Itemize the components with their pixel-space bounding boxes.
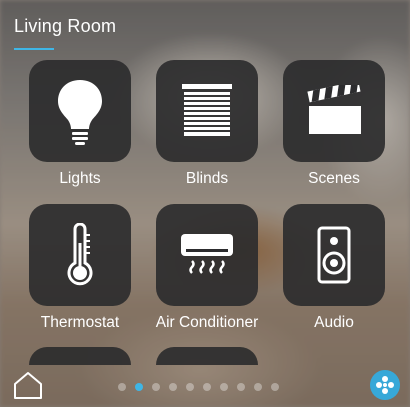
tile-label-audio: Audio — [314, 314, 354, 331]
page-indicator — [118, 383, 279, 391]
tile-thermostat[interactable] — [29, 204, 131, 306]
lightbulb-icon — [58, 80, 102, 145]
apps-menu-button[interactable] — [370, 370, 400, 400]
blinds-icon — [182, 84, 232, 136]
tile-blinds[interactable] — [156, 60, 258, 162]
page-dot[interactable] — [220, 383, 228, 391]
page-dot-active[interactable] — [135, 383, 143, 391]
tile-label-blinds: Blinds — [185, 170, 229, 187]
page-dot[interactable] — [254, 383, 262, 391]
tile-audio[interactable] — [283, 204, 385, 306]
clapperboard-icon — [307, 85, 361, 134]
header: Living Room — [14, 16, 117, 50]
tile-air-conditioner[interactable] — [156, 204, 258, 306]
page-dot[interactable] — [271, 383, 279, 391]
tile-label-lights: Lights — [59, 170, 101, 187]
page-dot[interactable] — [186, 383, 194, 391]
tile-label-thermostat: Thermostat — [40, 314, 120, 331]
air-conditioner-icon — [181, 234, 233, 274]
tile-label-air-conditioner: Air Conditioner — [155, 314, 259, 331]
thermometer-icon — [67, 223, 93, 286]
tile-scenes[interactable] — [283, 60, 385, 162]
tile-partial[interactable] — [156, 347, 258, 365]
page-dot[interactable] — [169, 383, 177, 391]
tile-partial[interactable] — [29, 347, 131, 365]
page-title: Living Room — [14, 16, 117, 36]
bottom-bar — [0, 364, 410, 407]
tile-label-scenes: Scenes — [308, 170, 360, 187]
home-icon[interactable] — [12, 370, 44, 405]
speaker-icon — [317, 226, 351, 284]
page-dot[interactable] — [203, 383, 211, 391]
tile-lights[interactable] — [29, 60, 131, 162]
title-underline — [14, 48, 54, 50]
page-dot[interactable] — [152, 383, 160, 391]
page-dot[interactable] — [237, 383, 245, 391]
apps-menu-icon — [376, 376, 394, 394]
page-dot[interactable] — [118, 383, 126, 391]
